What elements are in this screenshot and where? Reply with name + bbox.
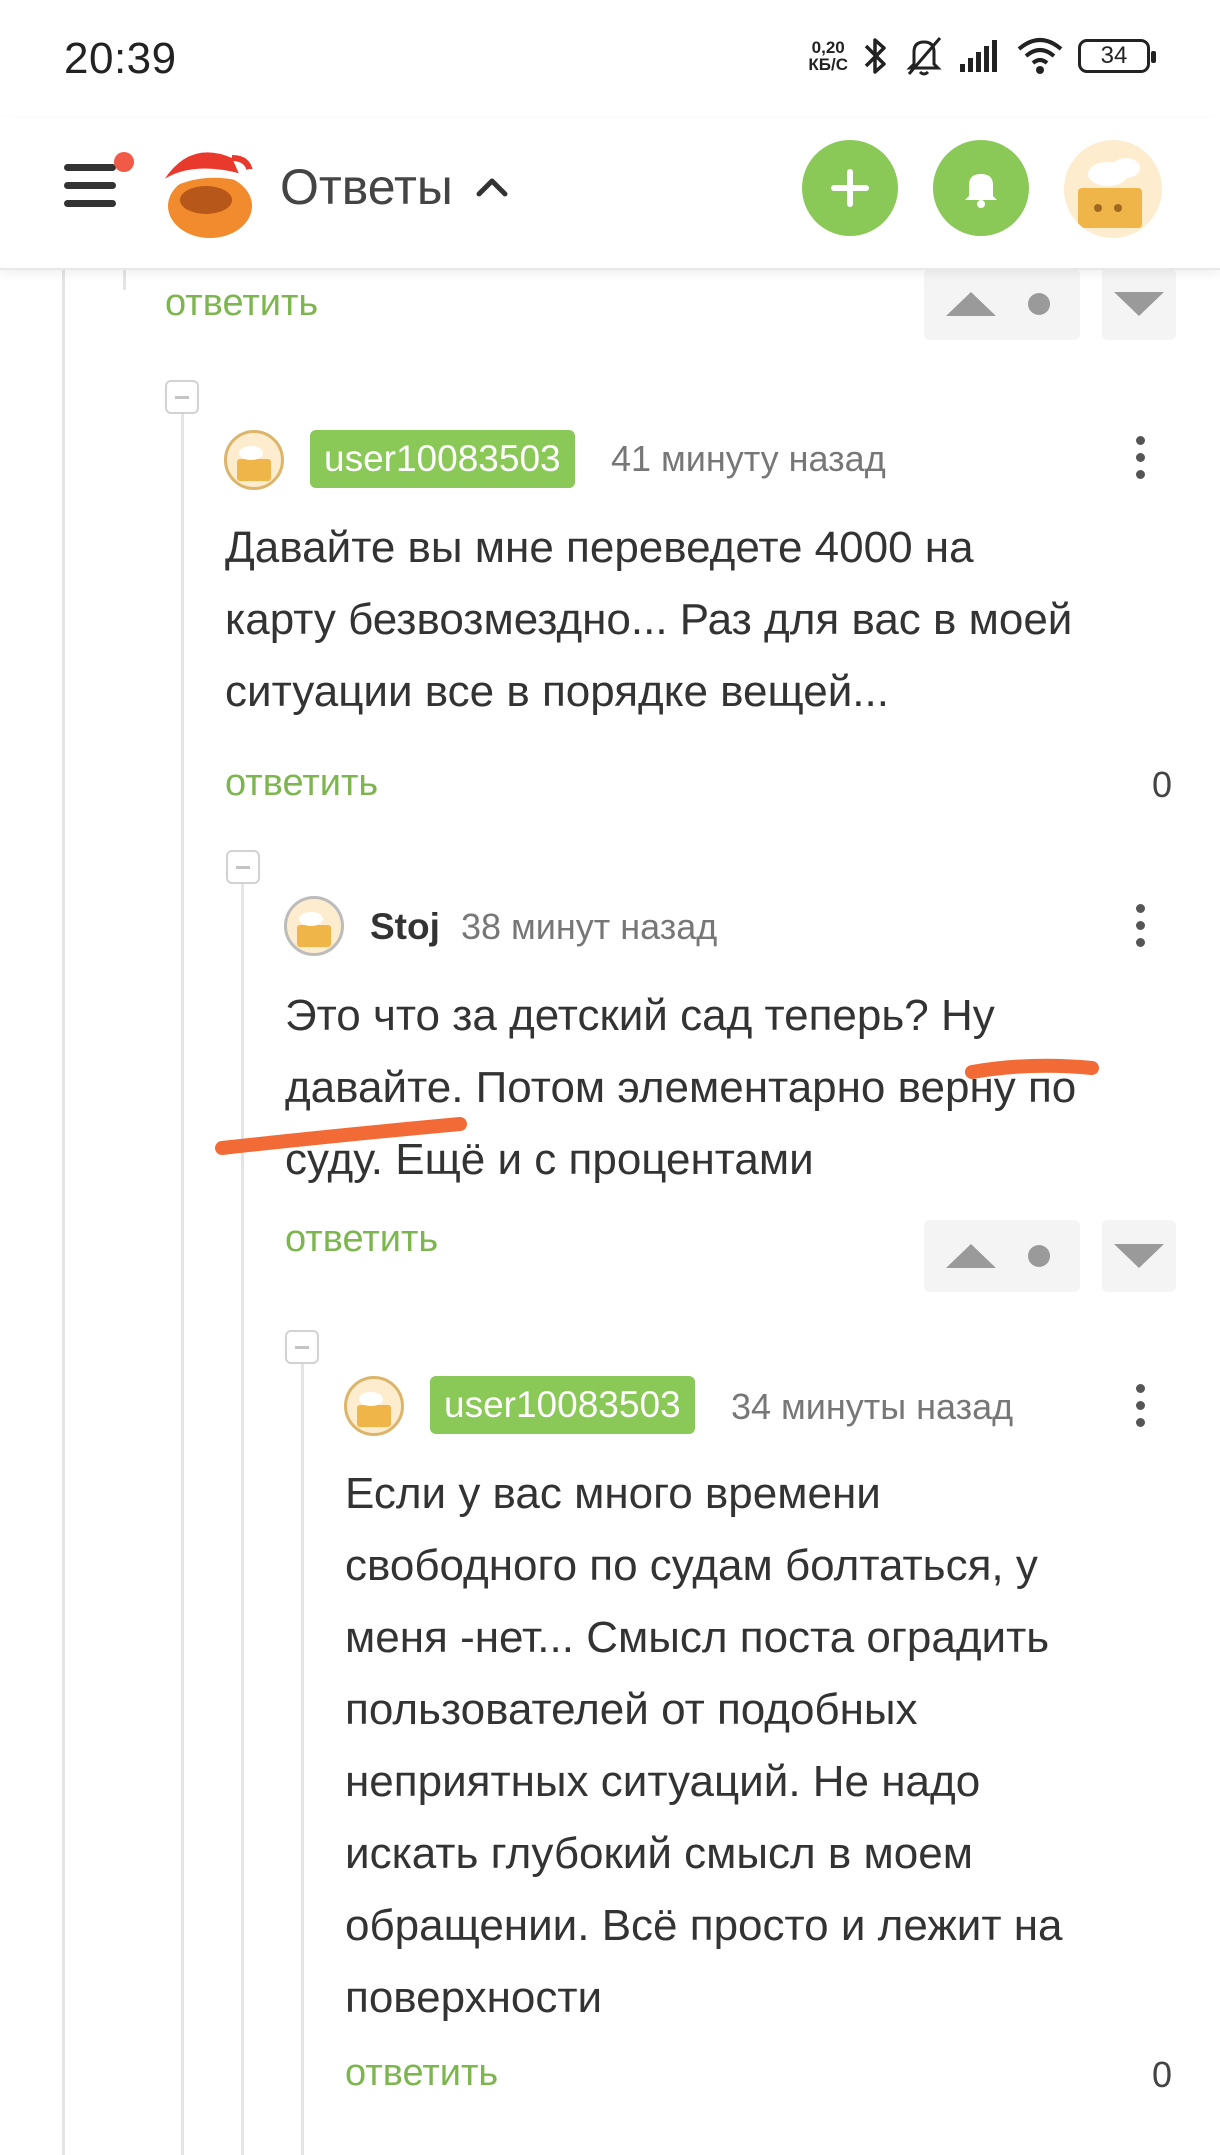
avatar[interactable] — [224, 430, 284, 490]
more-options-icon[interactable] — [1125, 1376, 1155, 1436]
username-badge[interactable]: user10083503 — [430, 1376, 695, 1434]
reply-link[interactable]: ответить — [165, 282, 318, 325]
comment-line: карту безвозмездно... Раз для вас в моей — [225, 595, 1073, 644]
vote-down-box[interactable] — [1102, 268, 1176, 340]
upvote-icon[interactable] — [946, 1244, 996, 1268]
comment-line: Давайте вы мне переведете 4000 на — [225, 523, 974, 572]
downvote-icon[interactable] — [1114, 1244, 1164, 1268]
avatar-image — [1078, 158, 1142, 228]
app-header: Ответы — [0, 118, 1220, 270]
username-badge[interactable]: user10083503 — [310, 430, 575, 488]
comment-line: Это что за детский сад теперь? Ну — [285, 991, 995, 1040]
collapse-button[interactable] — [285, 1330, 319, 1364]
upvote-icon[interactable] — [946, 292, 996, 316]
comments-thread: ответить user10083503 41 минуту назад Да… — [0, 268, 1220, 2155]
reply-link[interactable]: ответить — [225, 762, 378, 805]
comment-text: Это что за детский сад теперь? Ну давайт… — [285, 980, 1076, 1196]
bell-off-icon — [906, 37, 942, 76]
thread-line — [181, 410, 184, 2155]
avatar[interactable] — [344, 1376, 404, 1436]
vote-up-box[interactable] — [924, 268, 1080, 340]
comment-time: 38 минут назад — [461, 906, 718, 947]
comment-line: обращении. Всё просто и лежит на — [345, 1901, 1063, 1950]
comment-score: 0 — [1152, 2054, 1173, 2095]
thread-line — [62, 270, 65, 2155]
reply-link[interactable]: ответить — [285, 1218, 438, 1261]
menu-button[interactable] — [64, 152, 134, 214]
thread-line — [123, 270, 126, 290]
notification-dot — [114, 152, 134, 172]
comment-time: 34 минуты назад — [731, 1386, 1014, 1427]
avatar-image — [357, 1392, 391, 1427]
network-speed-value: 0,20 — [811, 38, 845, 57]
section-title-dropdown[interactable]: Ответы — [280, 158, 509, 216]
signal-icon — [960, 40, 997, 72]
status-icons: 0,20 КБ/С 34 — [808, 30, 1156, 82]
network-speed-unit: КБ/С — [808, 55, 848, 74]
network-speed: 0,20 КБ/С — [808, 39, 848, 73]
logo-icon[interactable] — [150, 136, 260, 246]
comment-line: давайте. Потом элементарно верну по — [285, 1063, 1077, 1112]
thread-line — [301, 1350, 304, 2155]
vote-dot-icon — [1028, 293, 1050, 315]
reply-link[interactable]: ответить — [345, 2052, 498, 2095]
notifications-button[interactable] — [933, 140, 1029, 236]
collapse-button[interactable] — [226, 850, 260, 884]
comment-line: меня -нет... Смысл поста оградить — [345, 1613, 1050, 1662]
avatar[interactable] — [284, 896, 344, 956]
comment-line: поверхности — [345, 1973, 603, 2022]
vote-dot-icon — [1028, 1245, 1050, 1267]
more-options-icon[interactable] — [1125, 428, 1155, 488]
comment-text: Давайте вы мне переведете 4000 на карту … — [225, 512, 1072, 728]
comment-line: искать глубокий смысл в моем — [345, 1829, 973, 1878]
section-title: Ответы — [280, 159, 453, 215]
collapse-button[interactable] — [165, 380, 199, 414]
status-time: 20:39 — [64, 34, 177, 83]
comment-text: Если у вас много времени свободного по с… — [345, 1458, 1062, 2034]
wifi-icon — [1017, 38, 1063, 74]
comment-time: 41 минуту назад — [611, 438, 886, 479]
comment-line: неприятных ситуаций. Не надо — [345, 1757, 981, 1806]
thread-line — [241, 870, 244, 2155]
plus-icon — [831, 169, 869, 207]
more-options-icon[interactable] — [1125, 896, 1155, 956]
comment-line: ситуации все в порядке вещей... — [225, 667, 889, 716]
status-bar: 20:39 0,20 КБ/С 34 — [0, 0, 1220, 118]
comment-line: пользователей от подобных — [345, 1685, 918, 1734]
username[interactable]: Stoj — [370, 906, 440, 948]
comment-line: Если у вас много времени — [345, 1469, 881, 1518]
comment-score: 0 — [1152, 764, 1173, 805]
add-post-button[interactable] — [802, 140, 898, 236]
chevron-up-icon — [476, 178, 508, 197]
comment-line: свободного по судам болтаться, у — [345, 1541, 1038, 1590]
battery-indicator: 34 — [1078, 39, 1156, 73]
bluetooth-icon — [864, 38, 886, 74]
downvote-icon[interactable] — [1114, 292, 1164, 316]
vote-up-box[interactable] — [924, 1220, 1080, 1292]
profile-avatar[interactable] — [1064, 140, 1162, 238]
battery-level: 34 — [1100, 42, 1128, 69]
bell-icon — [965, 174, 997, 208]
comment-line: суду. Ещё и с процентами — [285, 1135, 814, 1184]
avatar-image — [297, 912, 331, 947]
avatar-image — [237, 446, 271, 481]
vote-down-box[interactable] — [1102, 1220, 1176, 1292]
